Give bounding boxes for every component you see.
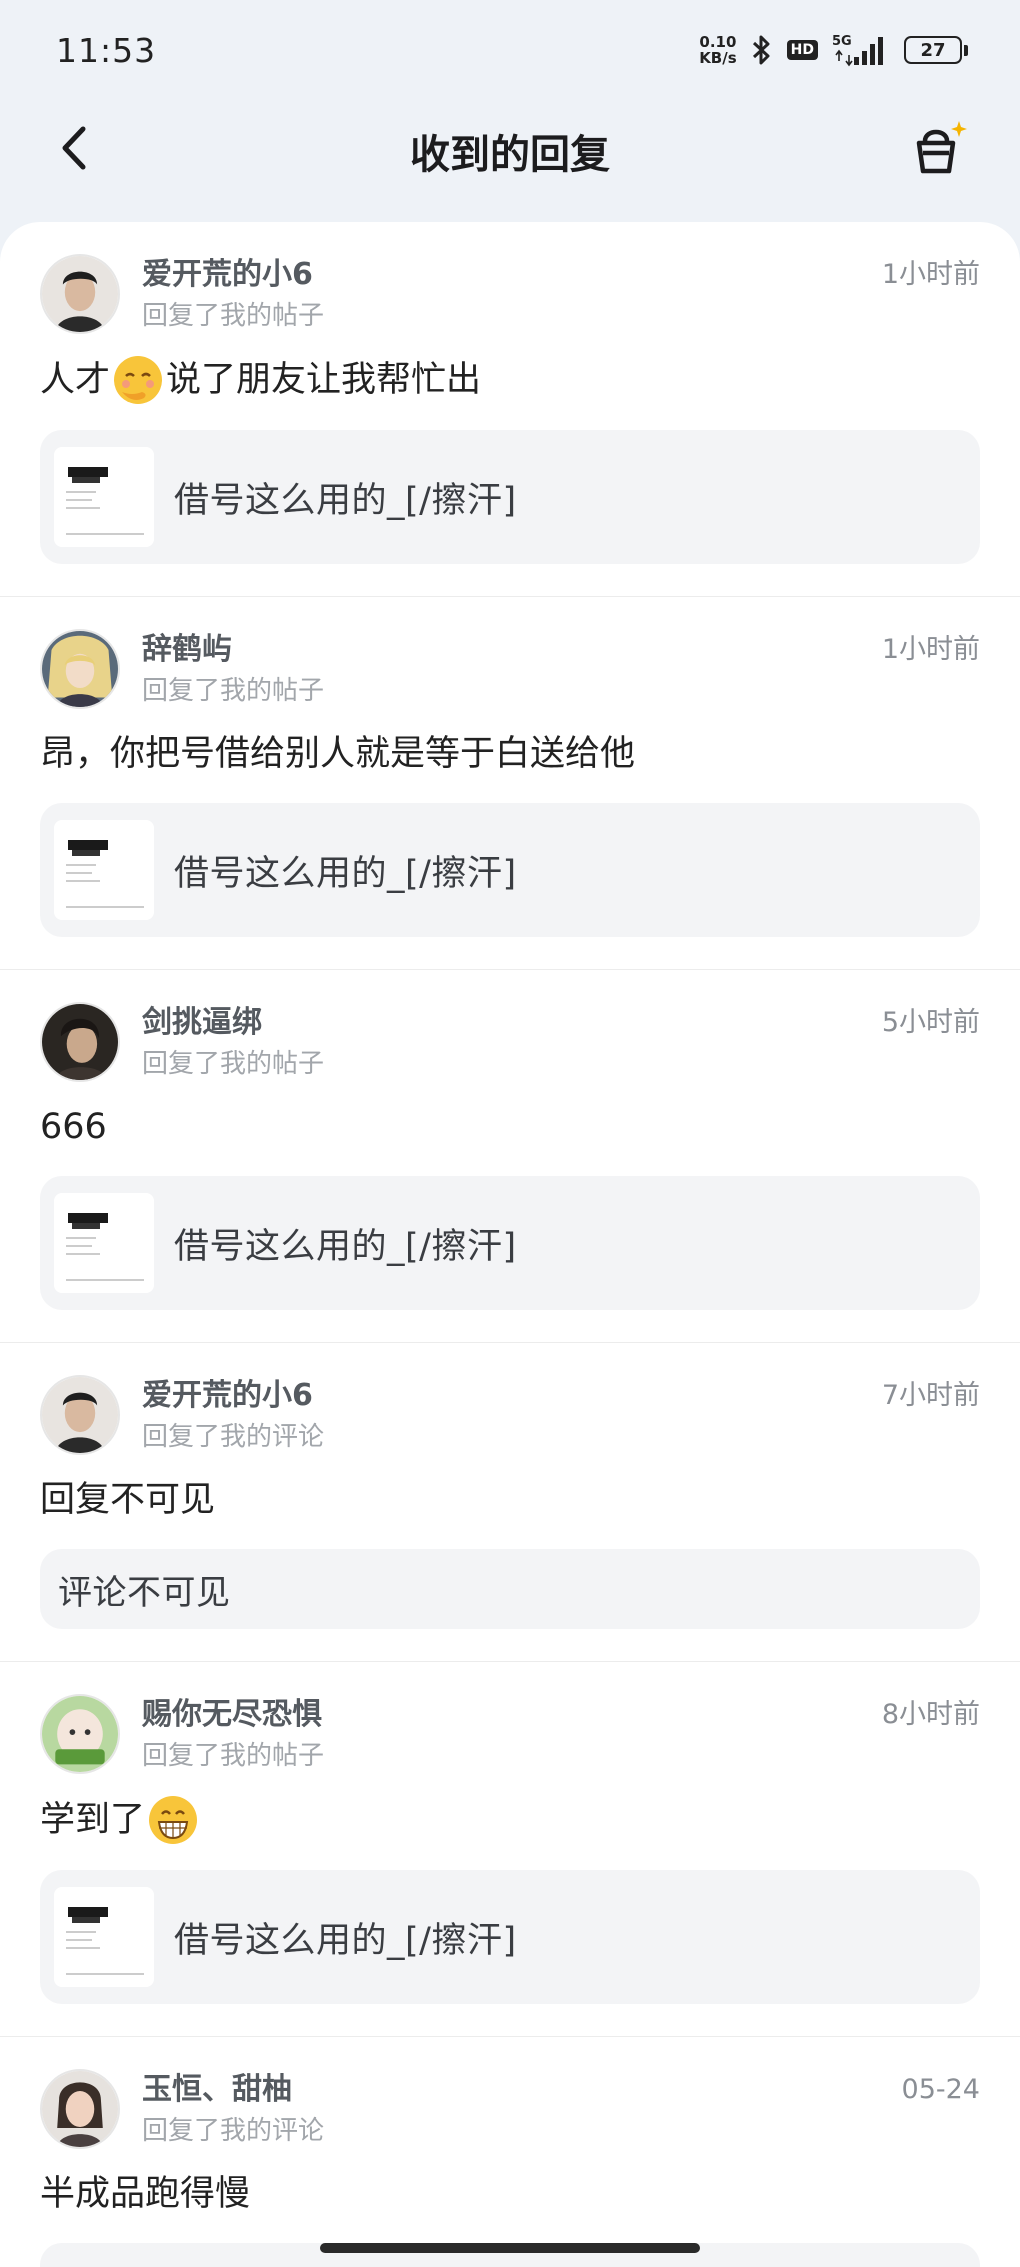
username[interactable]: 赐你无尽恐惧 <box>142 1696 882 1734</box>
reply-content: 人才 说了朋友让我帮忙出 <box>40 354 980 406</box>
username[interactable]: 爱开荒的小6 <box>142 256 882 294</box>
reply-content: 学到了 <box>40 1794 980 1846</box>
username[interactable]: 剑挑逼绑 <box>142 1004 882 1042</box>
reply-content: 回复不可见 <box>40 1480 216 1520</box>
reply-time: 1小时前 <box>881 259 980 290</box>
page-title: 收到的回复 <box>410 132 610 178</box>
quoted-comment-text: 半成品才能跑的 <box>58 2259 300 2267</box>
reply-action: 回复了我的帖子 <box>142 301 325 331</box>
reply-item[interactable]: 剑挑逼绑 回复了我的帖子 5小时前 666 借号这么用的_[/擦汗] <box>0 970 1020 1343</box>
basket-button[interactable] <box>906 114 976 184</box>
quoted-post-card[interactable]: 借号这么用的_[/擦汗] <box>40 1176 980 1310</box>
reply-time: 7小时前 <box>881 1380 980 1411</box>
reply-item[interactable]: 赐你无尽恐惧 回复了我的帖子 8小时前 学到了 借号这么用的_[/擦汗] <box>0 1662 1020 2037</box>
quoted-post-card[interactable]: 借号这么用的_[/擦汗] <box>40 1870 980 2004</box>
net-speed-value: 0.10 <box>699 33 737 51</box>
status-icons: 0.10 KB/s HD 5G 27 <box>699 33 968 67</box>
reply-item[interactable]: 玉恒、甜柚 回复了我的评论 05-24 半成品跑得慢 半成品才能跑的 <box>0 2037 1020 2267</box>
battery-cap <box>964 44 968 56</box>
username[interactable]: 玉恒、甜柚 <box>142 2071 902 2109</box>
top-nav: 收到的回复 <box>0 100 1020 220</box>
reply-action: 回复了我的帖子 <box>142 676 325 706</box>
grin-face-emoji-icon <box>147 1794 199 1846</box>
reply-action: 回复了我的帖子 <box>142 1049 325 1079</box>
quoted-post-card[interactable]: 借号这么用的_[/擦汗] <box>40 430 980 564</box>
avatar[interactable] <box>40 1002 120 1082</box>
svg-text:5G: 5G <box>832 34 852 49</box>
reply-text: 人才 <box>40 360 111 400</box>
reply-time: 8小时前 <box>881 1699 980 1730</box>
reply-text-after: 说了朋友让我帮忙出 <box>166 360 482 400</box>
reply-time: 1小时前 <box>881 634 980 665</box>
post-thumbnail <box>54 1887 154 1987</box>
quoted-comment-card[interactable]: 评论不可见 <box>40 1549 980 1629</box>
reply-content: 666 <box>40 1107 107 1147</box>
username[interactable]: 辞鹤屿 <box>142 631 882 669</box>
avatar[interactable] <box>40 1375 120 1455</box>
net-speed-unit: KB/s <box>699 49 737 67</box>
quoted-post-card[interactable]: 借号这么用的_[/擦汗] <box>40 803 980 937</box>
signal-icon: 5G <box>832 33 890 67</box>
avatar[interactable] <box>40 2069 120 2149</box>
reply-content: 半成品跑得慢 <box>40 2174 251 2214</box>
quoted-comment-text: 评论不可见 <box>58 1572 231 1613</box>
post-thumbnail <box>54 447 154 547</box>
reply-item[interactable]: 爱开荒的小6 回复了我的帖子 1小时前 人才 说了朋友让我帮忙出 借号这么用的_… <box>0 222 1020 597</box>
battery-indicator: 27 <box>904 36 968 64</box>
battery-level: 27 <box>904 36 962 64</box>
reply-content: 昂，你把号借给别人就是等于白送给他 <box>40 734 636 774</box>
reply-item[interactable]: 爱开荒的小6 回复了我的评论 7小时前 回复不可见 评论不可见 <box>0 1343 1020 1662</box>
username[interactable]: 爱开荒的小6 <box>142 1377 882 1415</box>
avatar[interactable] <box>40 254 120 334</box>
quoted-post-title: 借号这么用的_[/擦汗] <box>174 480 517 521</box>
post-thumbnail <box>54 1193 154 1293</box>
reply-action: 回复了我的评论 <box>142 2116 325 2146</box>
home-indicator[interactable] <box>320 2243 700 2253</box>
reply-action: 回复了我的帖子 <box>142 1741 325 1771</box>
status-time: 11:53 <box>56 30 157 70</box>
reply-action: 回复了我的评论 <box>142 1422 325 1452</box>
status-bar: 11:53 0.10 KB/s HD 5G 27 <box>0 0 1020 100</box>
reply-time: 5小时前 <box>881 1007 980 1038</box>
avatar[interactable] <box>40 629 120 709</box>
basket-sparkle-icon <box>916 121 967 174</box>
quoted-post-title: 借号这么用的_[/擦汗] <box>174 1226 517 1267</box>
quoted-post-title: 借号这么用的_[/擦汗] <box>174 853 517 894</box>
reply-text: 学到了 <box>40 1800 146 1840</box>
quoted-post-title: 借号这么用的_[/擦汗] <box>174 1920 517 1961</box>
avatar[interactable] <box>40 1694 120 1774</box>
reply-time: 05-24 <box>901 2074 980 2105</box>
net-speed: 0.10 KB/s <box>699 34 736 66</box>
hd-badge: HD <box>786 40 818 60</box>
post-thumbnail <box>54 820 154 920</box>
bluetooth-icon <box>751 34 773 66</box>
reply-item[interactable]: 辞鹤屿 回复了我的帖子 1小时前 昂，你把号借给别人就是等于白送给他 借号这么用… <box>0 597 1020 970</box>
reply-list: 爱开荒的小6 回复了我的帖子 1小时前 人才 说了朋友让我帮忙出 借号这么用的_… <box>0 222 1020 2267</box>
shy-face-emoji-icon <box>112 354 164 406</box>
